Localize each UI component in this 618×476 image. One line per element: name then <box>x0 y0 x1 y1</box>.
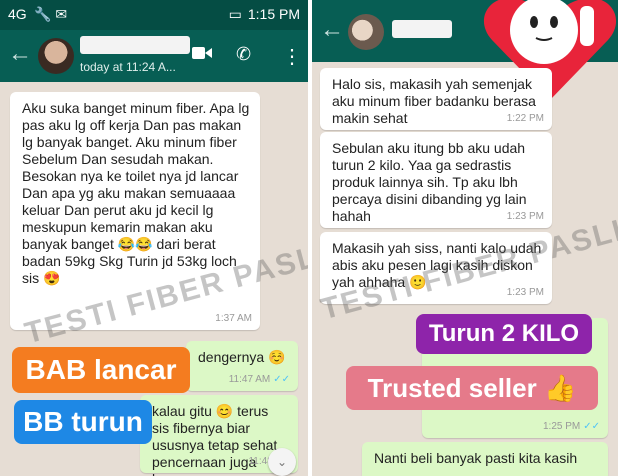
back-arrow-icon[interactable]: ← <box>8 42 32 66</box>
message-text: dengernya ☺️ <box>198 349 286 365</box>
chat-header: ← today at 11:24 A... ✆ ⋮ <box>0 30 308 82</box>
last-seen: today at 11:24 A... <box>80 60 176 74</box>
scroll-down-button[interactable]: ⌄ <box>268 448 296 476</box>
message-time: 1:23 PM <box>506 211 544 222</box>
right-chat-screenshot: ← Halo sis, makasih yah semenjak aku min… <box>312 0 618 476</box>
sticker-turun-2-kilo: Turun 2 KILO <box>416 314 592 354</box>
avatar[interactable] <box>38 38 74 74</box>
sticker-trusted-seller: Trusted seller 👍 <box>346 366 598 410</box>
message-time: 1:25 PM ✓✓ <box>542 421 600 432</box>
sticker-bb-turun: BB turun <box>14 400 152 444</box>
sticker-bab-lancar: BAB lancar <box>12 347 190 393</box>
left-chat-screenshot: 4G 🔧 ✉ ▭ 1:15 PM ← today at 11:24 A... ✆ … <box>0 0 308 476</box>
outgoing-message: dengernya ☺️ 11:47 AM ✓✓ <box>186 341 298 391</box>
message-time: 1:23 PM <box>506 287 544 298</box>
network-indicator: 4G <box>8 6 27 22</box>
more-options-icon[interactable]: ⋮ <box>282 44 302 69</box>
message-time: 1:37 AM <box>215 313 252 324</box>
video-call-icon[interactable] <box>192 44 212 65</box>
clock: ▭ 1:15 PM <box>228 6 300 22</box>
message-text: Halo sis, makasih yah semenjak aku minum… <box>332 76 536 126</box>
message-text: Aku suka banget minum fiber. Apa lg pas … <box>22 100 250 286</box>
status-bar: 4G 🔧 ✉ ▭ 1:15 PM <box>0 0 308 30</box>
outgoing-message: Nanti beli banyak pasti kita kasih <box>362 442 608 476</box>
message-text: Sebulan aku itung bb aku udah turun 2 ki… <box>332 140 527 224</box>
incoming-message: Halo sis, makasih yah semenjak aku minum… <box>320 68 552 130</box>
battery-icon: ▭ <box>228 6 242 22</box>
status-icons: 🔧 ✉ <box>34 6 68 22</box>
avatar[interactable] <box>348 14 384 50</box>
message-time: 11:47 AM ✓✓ <box>228 374 290 385</box>
message-time: 1:22 PM <box>506 113 544 124</box>
message-text: Nanti beli banyak pasti kita kasih <box>374 450 578 466</box>
incoming-message: Sebulan aku itung bb aku udah turun 2 ki… <box>320 132 552 228</box>
back-arrow-icon[interactable]: ← <box>320 18 344 42</box>
contact-name-redacted <box>80 36 190 54</box>
phone-call-icon[interactable]: ✆ <box>236 44 251 65</box>
contact-name-redacted <box>392 20 452 38</box>
read-ticks-icon: ✓✓ <box>583 421 600 432</box>
read-ticks-icon: ✓✓ <box>273 374 290 385</box>
